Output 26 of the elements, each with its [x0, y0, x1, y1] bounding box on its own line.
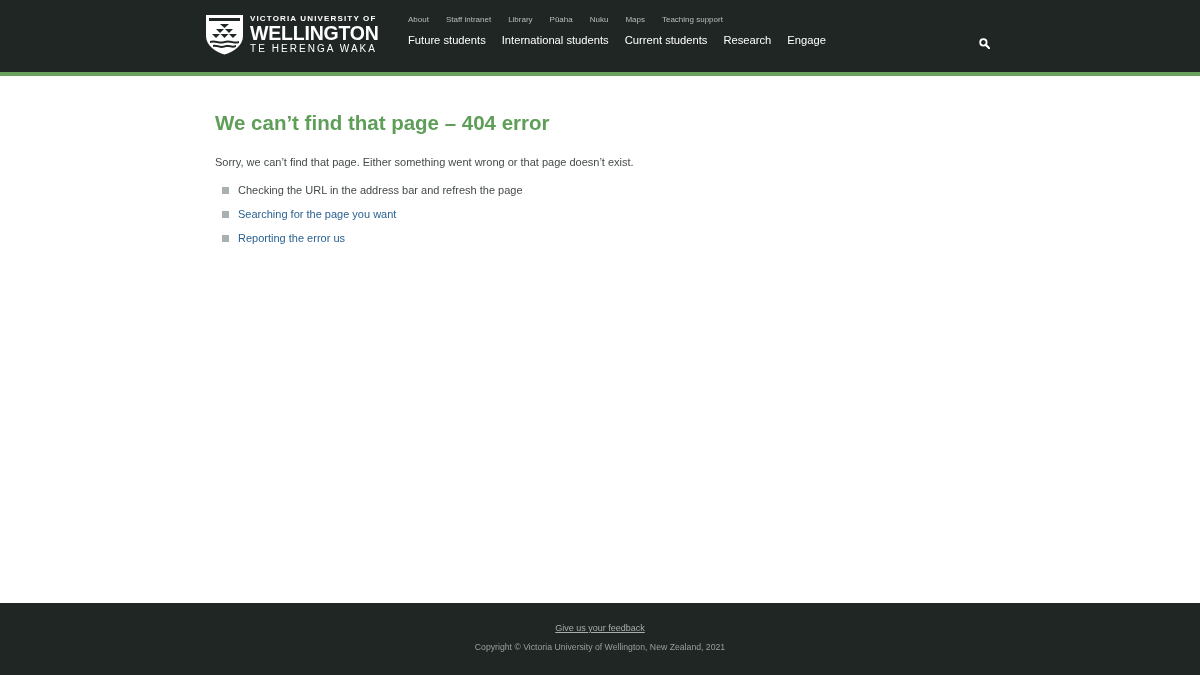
shield-icon	[205, 14, 244, 55]
utility-nav-link[interactable]: Library	[508, 15, 533, 24]
suggestion-text: Checking the URL in the address bar and refresh the page	[238, 184, 523, 196]
main-nav-link[interactable]: Research	[723, 34, 772, 46]
utility-nav-link[interactable]: Pūaha	[549, 15, 573, 24]
utility-nav-link[interactable]: About	[408, 15, 429, 24]
main-nav-link[interactable]: Future students	[408, 34, 486, 46]
suggestion-link[interactable]: Searching for the page you want	[238, 208, 397, 220]
page-heading: We can’t find that page – 404 error	[215, 110, 551, 136]
suggestion-link[interactable]: Reporting the error us	[238, 232, 345, 244]
utility-nav-link[interactable]: Teaching support	[661, 15, 723, 24]
university-logo[interactable]: VICTORIA UNIVERSITY OF WELLINGTON TE HERENGA WAKA	[205, 14, 408, 55]
square-bullet-icon	[222, 234, 229, 242]
feedback-link[interactable]: Give us your feedback	[555, 623, 645, 633]
intro-text: Sorry, we can’t find that page. Either something went wrong or that page doesn’t exist.	[215, 155, 635, 170]
copyright-text: Copyright © Victoria University of Wellington, New Zealand, 2021	[474, 642, 726, 652]
main-nav-link[interactable]: Current students	[624, 34, 708, 46]
square-bullet-icon	[222, 186, 229, 194]
main-nav-link[interactable]: International students	[501, 34, 609, 46]
square-bullet-icon	[222, 210, 229, 218]
search-icon	[979, 38, 990, 49]
search-button[interactable]	[979, 38, 990, 49]
utility-nav-link[interactable]: Staff intranet	[445, 15, 492, 24]
utility-nav-link[interactable]: Maps	[625, 15, 645, 24]
main-nav-link[interactable]: Engage	[787, 34, 826, 46]
utility-nav-link[interactable]: Nuku	[589, 15, 609, 24]
